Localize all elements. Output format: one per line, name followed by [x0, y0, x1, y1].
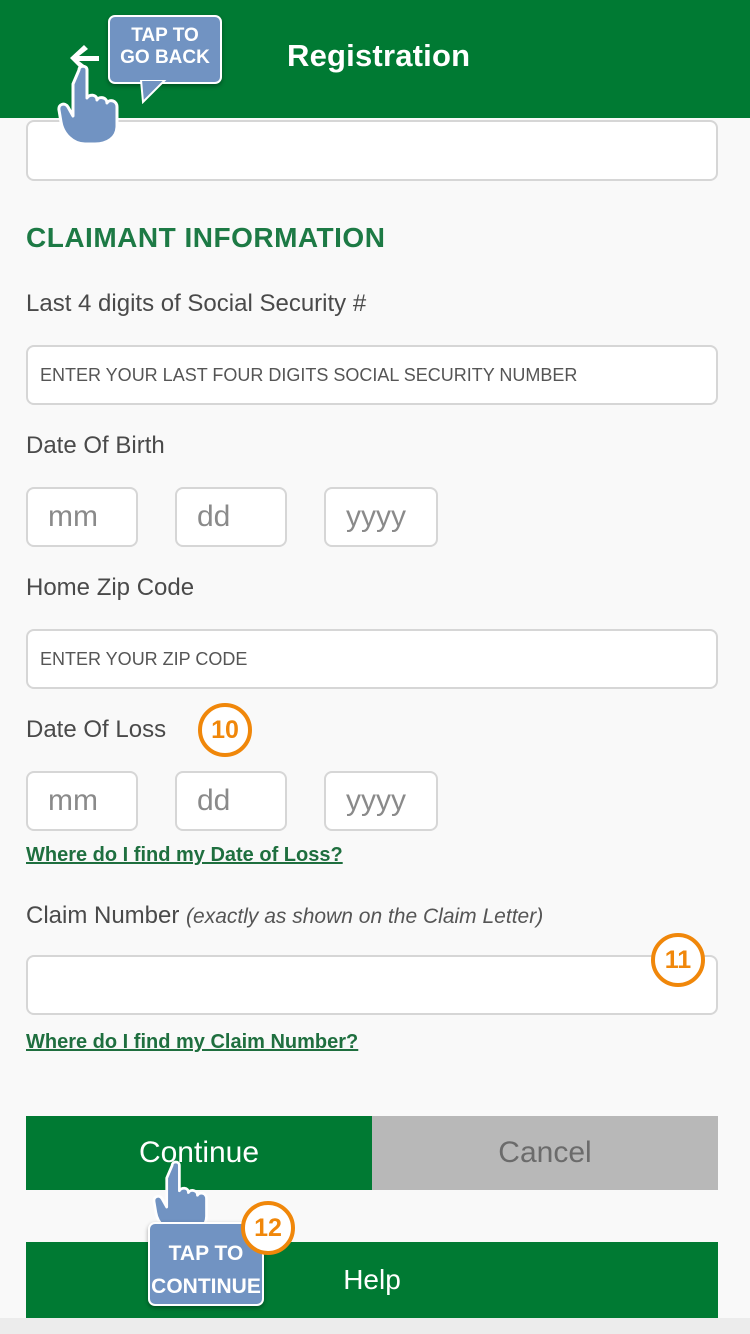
dol-year-field[interactable]: [324, 771, 438, 831]
dol-label: Date Of Loss: [26, 716, 167, 743]
claim-label: Claim Number (exactly as shown on the Cl…: [26, 902, 543, 930]
dol-year-input[interactable]: [326, 773, 436, 829]
pointing-hand-icon: [57, 64, 119, 146]
claim-label-text: Claim Number: [26, 902, 180, 929]
step-badge-11: 11: [651, 933, 705, 987]
dob-year-input[interactable]: [326, 489, 436, 545]
claim-label-note: (exactly as shown on the Claim Letter): [186, 905, 544, 928]
hint-line: CONTINUE: [151, 1274, 261, 1298]
page-title: Registration: [287, 38, 471, 73]
bottom-bar: [0, 1318, 750, 1334]
date-of-loss-help-link[interactable]: Where do I find my Date of Loss?: [26, 844, 343, 867]
bubble-tail-icon: [139, 80, 167, 104]
dob-month-input[interactable]: [28, 489, 136, 545]
section-title: CLAIMANT INFORMATION: [26, 222, 386, 253]
dob-label: Date Of Birth: [26, 432, 165, 459]
step-badge-12: 12: [241, 1201, 295, 1255]
ssn-input[interactable]: [28, 347, 716, 403]
dol-day-field[interactable]: [175, 771, 287, 831]
ssn-field[interactable]: [26, 345, 718, 405]
hint-line: TAP TO: [131, 25, 199, 46]
zip-label: Home Zip Code: [26, 574, 195, 601]
zip-field[interactable]: [26, 629, 718, 689]
step-badge-10: 10: [198, 703, 252, 757]
cancel-button[interactable]: Cancel: [372, 1116, 718, 1190]
previous-input[interactable]: [28, 122, 716, 179]
claim-number-input[interactable]: [28, 957, 716, 1013]
claim-number-help-link[interactable]: Where do I find my Claim Number?: [26, 1031, 358, 1054]
dol-month-field[interactable]: [26, 771, 138, 831]
dob-day-input[interactable]: [177, 489, 285, 545]
dob-year-field[interactable]: [324, 487, 438, 547]
dol-day-input[interactable]: [177, 773, 285, 829]
dol-month-input[interactable]: [28, 773, 136, 829]
dob-month-field[interactable]: [26, 487, 138, 547]
help-button[interactable]: Help: [26, 1242, 718, 1318]
zip-input[interactable]: [28, 631, 716, 687]
claim-number-field[interactable]: [26, 955, 718, 1015]
previous-field[interactable]: [26, 120, 718, 181]
ssn-label: Last 4 digits of Social Security #: [26, 290, 367, 317]
dob-day-field[interactable]: [175, 487, 287, 547]
